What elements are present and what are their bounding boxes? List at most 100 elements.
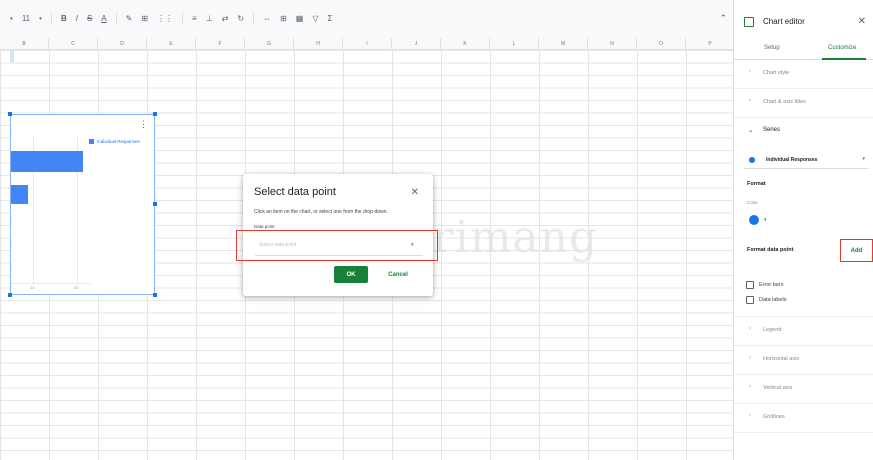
- color-label: Color: [747, 200, 758, 205]
- chevron-down-icon[interactable]: ⌄: [748, 126, 754, 134]
- link-icon[interactable]: ⇔: [263, 0, 271, 38]
- section-label: Chart style: [763, 70, 790, 76]
- chart-tick-label: 10: [30, 285, 35, 290]
- column-header[interactable]: F: [196, 38, 245, 49]
- column-header[interactable]: J: [392, 38, 441, 49]
- fill-color-icon[interactable]: ✎: [126, 0, 133, 38]
- error-bars-option[interactable]: Error bars: [746, 281, 783, 289]
- insert-chart-icon[interactable]: ▦: [296, 0, 304, 38]
- toolbar-divider: [182, 13, 184, 25]
- dialog-title: Select data point: [254, 186, 336, 198]
- section-label: Chart & axis titles: [763, 99, 806, 105]
- column-header[interactable]: L: [490, 38, 539, 49]
- data-labels-label: Data labels: [759, 297, 787, 303]
- resize-handle[interactable]: [153, 293, 157, 297]
- section-vertical-axis[interactable]: › Vertical axis: [734, 375, 873, 404]
- series-color-picker[interactable]: [749, 215, 759, 225]
- section-horizontal-axis[interactable]: › Horizontal axis: [734, 346, 873, 375]
- toolbar-divider: [253, 13, 255, 25]
- column-header[interactable]: K: [441, 38, 490, 49]
- filter-icon[interactable]: ▽: [312, 0, 318, 38]
- tab-customize[interactable]: Customize: [828, 45, 856, 51]
- chart-legend[interactable]: Individual Responses: [89, 139, 140, 144]
- series-dropdown[interactable]: Individual Responses ▾: [744, 151, 868, 169]
- toolbar-item[interactable]: •: [39, 0, 42, 38]
- error-bars-label: Error bars: [759, 282, 784, 288]
- column-header[interactable]: O: [637, 38, 686, 49]
- column-header[interactable]: C: [49, 38, 98, 49]
- format-data-point-label: Format data point: [747, 247, 794, 253]
- chart-bar[interactable]: [11, 185, 28, 204]
- resize-handle[interactable]: [8, 293, 12, 297]
- resize-handle[interactable]: [8, 112, 12, 116]
- borders-icon[interactable]: ⊞: [141, 0, 148, 38]
- ok-button[interactable]: OK: [334, 266, 368, 283]
- panel-header: Chart editor ✕: [734, 0, 873, 38]
- toolbar-item[interactable]: •: [10, 0, 13, 38]
- chevron-right-icon: ›: [749, 98, 751, 104]
- column-header[interactable]: M: [539, 38, 588, 49]
- section-legend[interactable]: › Legend: [734, 317, 873, 346]
- chevron-right-icon: ›: [749, 326, 751, 332]
- panel-title: Chart editor: [763, 17, 805, 26]
- vertical-align-icon[interactable]: ⊥: [206, 0, 213, 38]
- close-icon[interactable]: ✕: [411, 187, 419, 198]
- chevron-down-icon[interactable]: ▾: [764, 217, 767, 223]
- legend-label: Individual Responses: [97, 139, 140, 144]
- data-point-label: Data point: [254, 224, 275, 229]
- chart-menu-icon[interactable]: ⋮: [139, 119, 148, 130]
- section-gridlines[interactable]: › Gridlines: [734, 404, 873, 433]
- text-color-icon[interactable]: A: [101, 0, 106, 38]
- resize-handle[interactable]: [153, 112, 157, 116]
- section-label: Legend: [763, 327, 782, 333]
- data-labels-checkbox[interactable]: [746, 296, 754, 304]
- add-data-point-button[interactable]: Add: [840, 239, 873, 262]
- tab-setup[interactable]: Setup: [764, 45, 780, 51]
- section-chart-style[interactable]: › Chart style: [734, 60, 873, 89]
- chart-editor-icon: [744, 17, 754, 27]
- series-header[interactable]: Series: [763, 127, 780, 133]
- text-rotation-icon[interactable]: ↻: [237, 0, 244, 38]
- bold-icon[interactable]: B: [61, 0, 67, 38]
- data-labels-option[interactable]: Data labels: [746, 296, 787, 304]
- column-header[interactable]: I: [343, 38, 392, 49]
- column-headers: B C D E F G H I J K L M N O P: [0, 38, 735, 50]
- horizontal-align-icon[interactable]: ≡: [192, 0, 197, 38]
- column-header[interactable]: E: [147, 38, 196, 49]
- error-bars-checkbox[interactable]: [746, 281, 754, 289]
- column-header[interactable]: H: [294, 38, 343, 49]
- chevron-down-icon[interactable]: ▾: [411, 242, 414, 248]
- font-size-field[interactable]: 11: [22, 0, 30, 38]
- italic-icon[interactable]: I: [76, 0, 78, 38]
- strikethrough-icon[interactable]: S: [87, 0, 92, 38]
- section-label: Horizontal axis: [763, 356, 800, 362]
- format-label: Format: [747, 181, 766, 187]
- toolbar: • 11 • B I S A ✎ ⊞ ⋮⋮ ≡ ⊥ ⇄ ↻ ⇔ ⊞ ▦ ▽ Σ …: [0, 0, 733, 38]
- column-header[interactable]: G: [245, 38, 294, 49]
- column-header[interactable]: D: [98, 38, 147, 49]
- embedded-chart[interactable]: ⋮ 10 20 Individual Responses: [10, 114, 155, 295]
- chevron-right-icon: ›: [749, 413, 751, 419]
- chart-baseline: [11, 283, 91, 284]
- functions-icon[interactable]: Σ: [328, 0, 333, 38]
- chevron-up-icon[interactable]: ⌃: [719, 13, 727, 24]
- cancel-button[interactable]: Cancel: [378, 266, 418, 283]
- text-wrap-icon[interactable]: ⇄: [222, 0, 229, 38]
- column-header[interactable]: N: [588, 38, 637, 49]
- merge-cells-icon[interactable]: ⋮⋮: [157, 0, 173, 38]
- series-color-dot: [749, 157, 755, 163]
- toolbar-divider: [115, 13, 117, 25]
- chevron-down-icon: ▾: [862, 156, 865, 162]
- comment-icon[interactable]: ⊞: [280, 0, 287, 38]
- data-point-select[interactable]: [255, 234, 423, 256]
- chart-bar[interactable]: [11, 151, 83, 172]
- column-header[interactable]: P: [686, 38, 735, 49]
- column-header[interactable]: B: [0, 38, 49, 49]
- section-series: ⌄ Series Individual Responses ▾ Format C…: [734, 117, 873, 317]
- close-icon[interactable]: ✕: [858, 16, 866, 27]
- chart-editor-panel: Chart editor ✕ Setup Customize › Chart s…: [733, 0, 873, 460]
- chevron-right-icon: ›: [749, 69, 751, 75]
- section-chart-axis-titles[interactable]: › Chart & axis titles: [734, 89, 873, 118]
- selected-cell[interactable]: [10, 50, 14, 63]
- resize-handle[interactable]: [153, 202, 157, 206]
